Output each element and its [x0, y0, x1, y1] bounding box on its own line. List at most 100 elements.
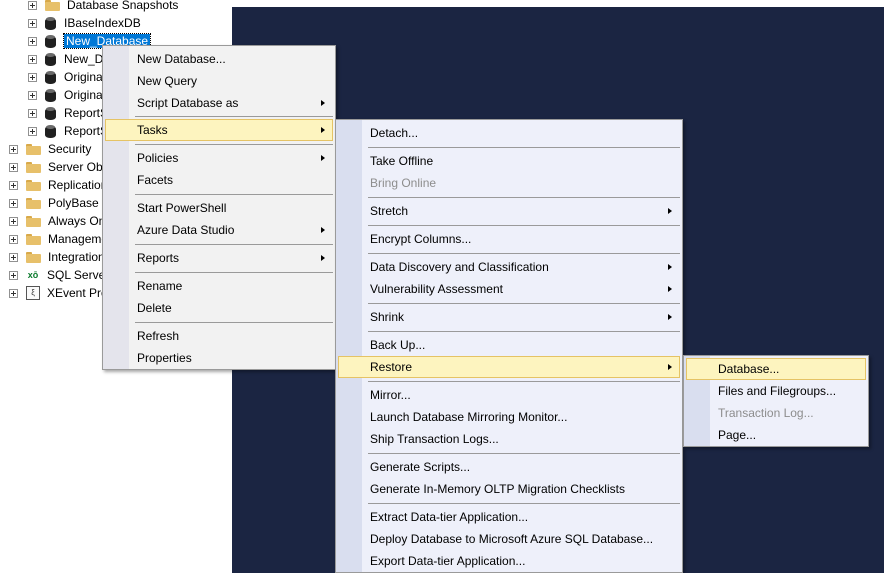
tree-item-ibaseindexdb[interactable]: IBaseIndexDB — [28, 14, 141, 32]
menu-item-files-and-filegroups[interactable]: Files and Filegroups... — [686, 380, 866, 402]
menu-item-label: Stretch — [370, 204, 409, 218]
database-icon — [45, 16, 56, 30]
tree-item-origina-2[interactable]: Origina — [28, 86, 103, 104]
tree-item-xevent-profiler[interactable]: ξ XEvent Pro — [9, 284, 108, 302]
menu-separator — [368, 381, 680, 382]
expand-icon[interactable] — [28, 54, 37, 64]
expand-icon[interactable] — [9, 180, 18, 190]
menu-item-mirror[interactable]: Mirror... — [338, 384, 680, 406]
expand-icon[interactable] — [28, 36, 37, 46]
expand-icon[interactable] — [28, 72, 37, 82]
expand-icon[interactable] — [28, 0, 37, 10]
database-icon — [45, 34, 56, 48]
tree-item-origina-1[interactable]: Origina — [28, 68, 103, 86]
menu-item-new-database[interactable]: New Database... — [105, 48, 333, 70]
menu-item-detach[interactable]: Detach... — [338, 122, 680, 144]
menu-item-script-database-as[interactable]: Script Database as — [105, 92, 333, 114]
expand-icon[interactable] — [9, 270, 18, 280]
tree-item-label: Origina — [64, 70, 103, 84]
menu-item-page[interactable]: Page... — [686, 424, 866, 446]
menu-item-encrypt-columns[interactable]: Encrypt Columns... — [338, 228, 680, 250]
menu-item-policies[interactable]: Policies — [105, 147, 333, 169]
menu-item-rename[interactable]: Rename — [105, 275, 333, 297]
menu-item-launch-mirroring-monitor[interactable]: Launch Database Mirroring Monitor... — [338, 406, 680, 428]
menu-item-take-offline[interactable]: Take Offline — [338, 150, 680, 172]
tree-item-reports-1[interactable]: ReportS — [28, 104, 108, 122]
expand-icon[interactable] — [28, 126, 37, 136]
menu-item-azure-data-studio[interactable]: Azure Data Studio — [105, 219, 333, 241]
menu-item-label: Tasks — [137, 123, 168, 137]
expand-icon[interactable] — [9, 162, 18, 172]
menu-item-vulnerability-assessment[interactable]: Vulnerability Assessment — [338, 278, 680, 300]
tree-item-server-objects[interactable]: Server Obje — [9, 158, 112, 176]
submenu-arrow-icon — [321, 127, 325, 133]
menu-item-start-powershell[interactable]: Start PowerShell — [105, 197, 333, 219]
submenu-arrow-icon — [668, 286, 672, 292]
tree-item-label: SQL Server — [47, 268, 110, 282]
menu-item-generate-scripts[interactable]: Generate Scripts... — [338, 456, 680, 478]
menu-item-extract-data-tier[interactable]: Extract Data-tier Application... — [338, 506, 680, 528]
menu-item-label: Azure Data Studio — [137, 223, 235, 237]
menu-item-new-query[interactable]: New Query — [105, 70, 333, 92]
tree-item-security[interactable]: Security — [9, 140, 91, 158]
submenu-arrow-icon — [668, 208, 672, 214]
menu-item-back-up[interactable]: Back Up... — [338, 334, 680, 356]
tree-item-management[interactable]: Manageme — [9, 230, 108, 248]
menu-separator — [368, 225, 680, 226]
database-icon — [45, 106, 56, 120]
menu-item-export-data-tier[interactable]: Export Data-tier Application... — [338, 550, 680, 572]
tree-item-label: Replication — [48, 178, 108, 192]
menu-item-properties[interactable]: Properties — [105, 347, 333, 369]
menu-item-deploy-to-azure[interactable]: Deploy Database to Microsoft Azure SQL D… — [338, 528, 680, 550]
menu-item-restore[interactable]: Restore — [338, 356, 680, 378]
tree-item-label: IBaseIndexDB — [64, 16, 141, 30]
expand-icon[interactable] — [28, 90, 37, 100]
expand-icon[interactable] — [9, 216, 18, 226]
menu-item-delete[interactable]: Delete — [105, 297, 333, 319]
tree-item-database-snapshots[interactable]: Database Snapshots — [28, 0, 178, 14]
tree-item-label: Integration — [48, 250, 105, 264]
menu-item-restore-database[interactable]: Database... — [686, 358, 866, 380]
tree-item-integration[interactable]: Integration — [9, 248, 105, 266]
menu-separator — [135, 272, 333, 273]
tree-item-polybase[interactable]: PolyBase — [9, 194, 99, 212]
expand-icon[interactable] — [9, 144, 18, 154]
folder-icon — [45, 0, 60, 11]
folder-icon — [26, 161, 41, 173]
context-menu: New Database... New Query Script Databas… — [102, 45, 336, 370]
expand-icon[interactable] — [9, 234, 18, 244]
menu-separator — [135, 116, 333, 117]
tree-item-replication[interactable]: Replication — [9, 176, 107, 194]
menu-item-stretch[interactable]: Stretch — [338, 200, 680, 222]
menu-separator — [368, 453, 680, 454]
submenu-arrow-icon — [668, 314, 672, 320]
expand-icon[interactable] — [28, 18, 37, 28]
database-icon — [45, 88, 56, 102]
menu-item-facets[interactable]: Facets — [105, 169, 333, 191]
menu-item-shrink[interactable]: Shrink — [338, 306, 680, 328]
folder-icon — [26, 251, 41, 263]
tree-item-label: Always On — [48, 214, 106, 228]
tree-item-new-d[interactable]: New_D — [28, 50, 103, 68]
menu-item-data-discovery[interactable]: Data Discovery and Classification — [338, 256, 680, 278]
menu-item-generate-inmemory-checklists[interactable]: Generate In-Memory OLTP Migration Checkl… — [338, 478, 680, 500]
expand-icon[interactable] — [9, 252, 18, 262]
menu-item-tasks[interactable]: Tasks — [105, 119, 333, 141]
tree-item-label: XEvent Pro — [47, 286, 108, 300]
tree-item-always-on[interactable]: Always On — [9, 212, 105, 230]
folder-icon — [26, 197, 41, 209]
menu-item-reports[interactable]: Reports — [105, 247, 333, 269]
expand-icon[interactable] — [9, 288, 18, 298]
expand-icon[interactable] — [9, 198, 18, 208]
menu-item-label: Vulnerability Assessment — [370, 282, 503, 296]
menu-separator — [368, 197, 680, 198]
tree-item-reports-2[interactable]: ReportS — [28, 122, 108, 140]
submenu-arrow-icon — [321, 227, 325, 233]
tree-item-label: Security — [48, 142, 92, 156]
tree-item-label: Database Snapshots — [67, 0, 179, 12]
tree-item-sql-server-agent[interactable]: xō SQL Server — [9, 266, 109, 284]
menu-item-refresh[interactable]: Refresh — [105, 325, 333, 347]
menu-item-ship-transaction-logs[interactable]: Ship Transaction Logs... — [338, 428, 680, 450]
menu-item-label: Shrink — [370, 310, 405, 324]
expand-icon[interactable] — [28, 108, 37, 118]
